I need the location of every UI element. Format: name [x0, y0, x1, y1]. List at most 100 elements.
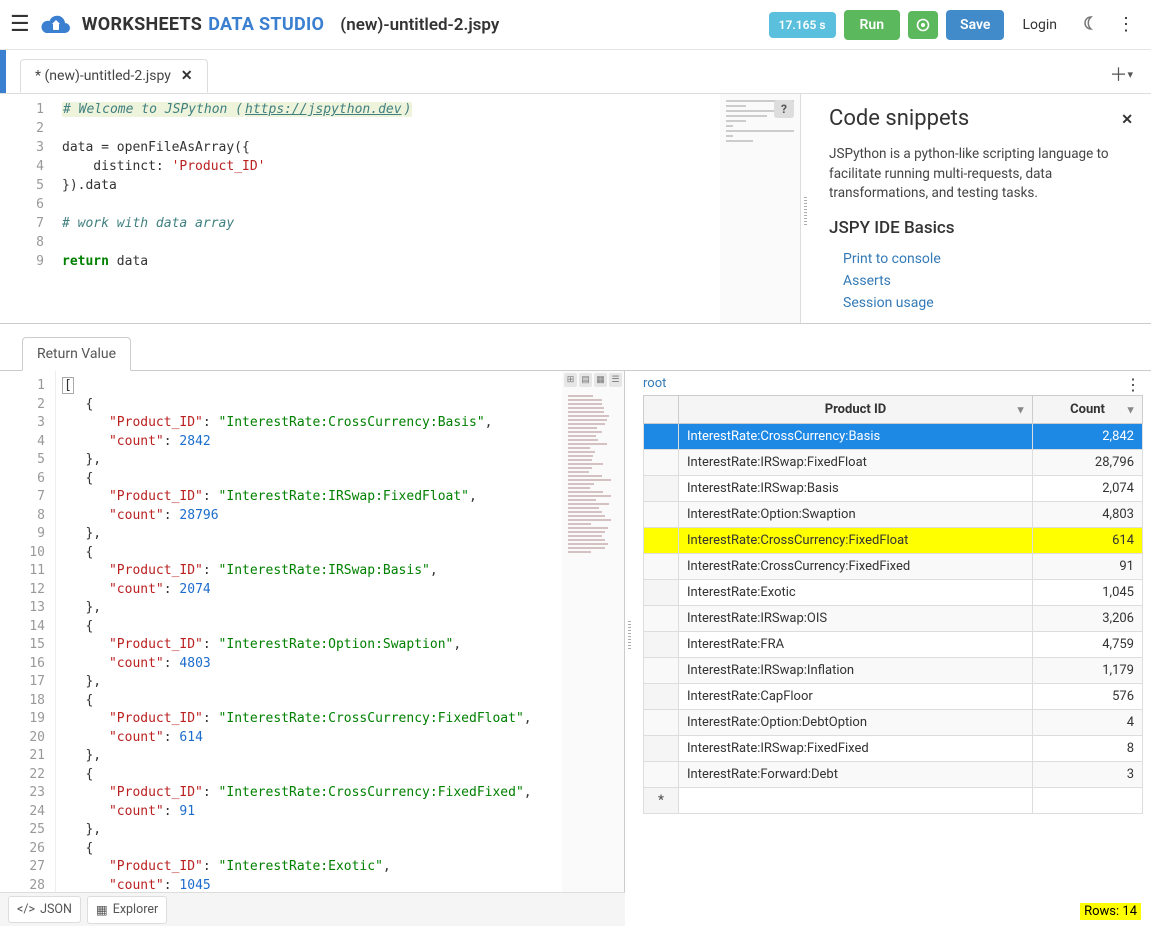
cell-product[interactable]: InterestRate:CapFloor [679, 684, 1033, 710]
grid-more-icon[interactable]: ⋮ [1125, 375, 1141, 394]
cell-count[interactable]: 614 [1033, 528, 1143, 554]
result-tab-return[interactable]: Return Value [22, 337, 131, 371]
cell-count[interactable]: 8 [1033, 736, 1143, 762]
row-handle[interactable] [644, 528, 679, 554]
table-row[interactable]: InterestRate:CrossCurrency:FixedFixed91 [644, 554, 1143, 580]
row-handle[interactable] [644, 606, 679, 632]
table-row[interactable]: InterestRate:Exotic1,045 [644, 580, 1143, 606]
splitter-vertical-result[interactable] [625, 371, 635, 926]
run-target-button[interactable] [908, 11, 938, 39]
row-handle[interactable] [644, 762, 679, 788]
splitter-horizontal[interactable] [0, 324, 1151, 332]
cell-count[interactable]: 4,759 [1033, 632, 1143, 658]
close-icon[interactable]: ✕ [181, 68, 193, 84]
title-worksheets: WORKSHEETS [82, 14, 202, 35]
theme-toggle-icon[interactable] [1075, 8, 1103, 42]
row-handle[interactable] [644, 632, 679, 658]
hamburger-icon[interactable]: ☰ [10, 12, 30, 37]
json-tool-list-icon[interactable]: ▤ [579, 373, 592, 387]
row-handle[interactable] [644, 502, 679, 528]
splitter-vertical-top[interactable] [801, 94, 811, 323]
row-handle[interactable] [644, 424, 679, 450]
cell-count[interactable]: 4 [1033, 710, 1143, 736]
cell-count[interactable]: 3 [1033, 762, 1143, 788]
cell-product[interactable]: InterestRate:Option:Swaption [679, 502, 1033, 528]
cell-count[interactable]: 1,179 [1033, 658, 1143, 684]
filter-icon[interactable]: ▼ [1125, 403, 1136, 416]
row-handle[interactable] [644, 476, 679, 502]
json-tool-tree-icon[interactable]: ☰ [609, 373, 622, 387]
cell-count[interactable]: 576 [1033, 684, 1143, 710]
crumb-root[interactable]: root [643, 376, 666, 391]
table-row[interactable]: InterestRate:IRSwap:FixedFixed8 [644, 736, 1143, 762]
grid-breadcrumb: root [635, 371, 1151, 395]
file-tab-active[interactable]: * (new)-untitled-2.jspy ✕ [20, 59, 208, 93]
topbar: ☰ WORKSHEETS DATA STUDIO (new)-untitled-… [0, 0, 1151, 50]
cell-product[interactable]: InterestRate:Exotic [679, 580, 1033, 606]
table-row[interactable]: InterestRate:CrossCurrency:FixedFloat614 [644, 528, 1143, 554]
cell-count[interactable]: 1,045 [1033, 580, 1143, 606]
add-tab-button[interactable]: ＋▾ [1101, 55, 1141, 93]
table-row[interactable]: InterestRate:Option:Swaption4,803 [644, 502, 1143, 528]
cell-product[interactable]: InterestRate:CrossCurrency:Basis [679, 424, 1033, 450]
logo-cloud-icon[interactable] [38, 11, 74, 39]
link-session-usage[interactable]: Session usage [829, 292, 1133, 314]
editor-minimap[interactable] [720, 94, 800, 323]
cell-product[interactable]: InterestRate:IRSwap:FixedFixed [679, 736, 1033, 762]
table-row[interactable]: InterestRate:IRSwap:Inflation1,179 [644, 658, 1143, 684]
link-print-console[interactable]: Print to console [829, 248, 1133, 270]
table-row[interactable]: InterestRate:FRA4,759 [644, 632, 1143, 658]
cell-product[interactable]: InterestRate:FRA [679, 632, 1033, 658]
table-row[interactable]: InterestRate:CrossCurrency:Basis2,842 [644, 424, 1143, 450]
col-product-id[interactable]: Product ID▼ [679, 396, 1033, 424]
cell-product[interactable]: InterestRate:Forward:Debt [679, 762, 1033, 788]
cell-count[interactable]: 91 [1033, 554, 1143, 580]
cell-count[interactable]: 4,803 [1033, 502, 1143, 528]
table-row[interactable]: InterestRate:Forward:Debt3 [644, 762, 1143, 788]
row-handle[interactable] [644, 580, 679, 606]
explorer-view-button[interactable]: ▦ Explorer [87, 896, 167, 924]
cell-product[interactable]: InterestRate:CrossCurrency:FixedFixed [679, 554, 1033, 580]
cell-count[interactable]: 3,206 [1033, 606, 1143, 632]
login-button[interactable]: Login [1012, 10, 1067, 40]
table-row[interactable]: InterestRate:Option:DebtOption4 [644, 710, 1143, 736]
snippets-title: Code snippets [829, 106, 1133, 131]
table-row[interactable]: InterestRate:IRSwap:OIS3,206 [644, 606, 1143, 632]
help-icon[interactable]: ? [774, 100, 794, 118]
cell-count[interactable]: 28,796 [1033, 450, 1143, 476]
cell-product[interactable]: InterestRate:IRSwap:Inflation [679, 658, 1033, 684]
table-row[interactable]: InterestRate:IRSwap:FixedFloat28,796 [644, 450, 1143, 476]
table-row[interactable]: InterestRate:CapFloor576 [644, 684, 1143, 710]
row-handle[interactable] [644, 554, 679, 580]
cell-product[interactable]: InterestRate:Option:DebtOption [679, 710, 1033, 736]
cell-product[interactable]: InterestRate:CrossCurrency:FixedFloat [679, 528, 1033, 554]
close-icon[interactable]: ✕ [1121, 112, 1133, 128]
editor-code[interactable]: # Welcome to JSPython (https://jspython.… [56, 94, 720, 323]
cell-product[interactable]: InterestRate:IRSwap:FixedFloat [679, 450, 1033, 476]
row-handle[interactable] [644, 658, 679, 684]
link-asserts[interactable]: Asserts [829, 270, 1133, 292]
json-tool-collapse-icon[interactable]: ⊞ [564, 373, 577, 387]
save-button[interactable]: Save [946, 10, 1004, 40]
result-body: 1234567891011121314151617181920212223242… [0, 370, 1151, 926]
json-minimap[interactable]: ⊞ ▤ ▦ ☰ [562, 371, 624, 926]
json-tool-expand-icon[interactable]: ▦ [594, 373, 607, 387]
new-row[interactable]: * [644, 788, 1143, 814]
col-count[interactable]: Count▼ [1033, 396, 1143, 424]
row-handle[interactable] [644, 736, 679, 762]
cell-product[interactable]: InterestRate:IRSwap:Basis [679, 476, 1033, 502]
more-menu-icon[interactable]: ⋮ [1111, 7, 1141, 42]
json-code[interactable]: [ { "Product_ID": "InterestRate:CrossCur… [56, 371, 562, 926]
cell-count[interactable]: 2,842 [1033, 424, 1143, 450]
row-handle[interactable] [644, 684, 679, 710]
table-row[interactable]: InterestRate:IRSwap:Basis2,074 [644, 476, 1143, 502]
snippets-panel: ✕ Code snippets JSPython is a python-lik… [811, 94, 1151, 323]
row-handle[interactable] [644, 710, 679, 736]
filter-icon[interactable]: ▼ [1015, 403, 1026, 416]
code-editor[interactable]: 123456789 # Welcome to JSPython (https:/… [0, 94, 801, 323]
json-view-button[interactable]: </> JSON [8, 896, 81, 923]
cell-product[interactable]: InterestRate:IRSwap:OIS [679, 606, 1033, 632]
run-button[interactable]: Run [844, 10, 901, 40]
row-handle[interactable] [644, 450, 679, 476]
cell-count[interactable]: 2,074 [1033, 476, 1143, 502]
